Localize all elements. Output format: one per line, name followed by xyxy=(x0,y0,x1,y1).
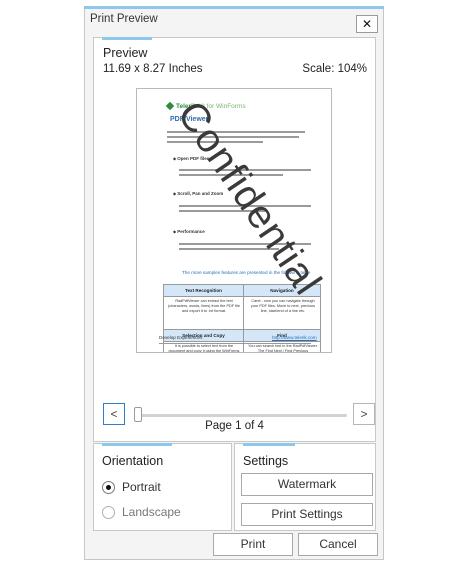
cancel-button[interactable]: Cancel xyxy=(298,533,378,556)
orientation-label: Orientation xyxy=(102,454,164,468)
watermark-button[interactable]: Watermark xyxy=(241,473,373,496)
preview-panel: Preview 11.69 x 8.27 Inches Scale: 104% … xyxy=(93,37,376,442)
scale-text: Scale: 104% xyxy=(302,63,367,75)
document-footer-left: Develop Experiences xyxy=(159,335,203,340)
preview-tab-accent xyxy=(102,37,152,40)
document-bullet: Scroll, Pan and Zoom xyxy=(173,191,223,196)
landscape-label: Landscape xyxy=(122,505,181,519)
print-settings-button[interactable]: Print Settings xyxy=(241,503,373,526)
page-indicator: Page 1 of 4 xyxy=(205,420,264,432)
page-slider[interactable] xyxy=(134,414,347,417)
document-bullet: Performance xyxy=(173,229,205,234)
print-preview-dialog: Print Preview ✕ Preview 11.69 x 8.27 Inc… xyxy=(84,6,384,560)
chevron-left-icon: < xyxy=(110,407,118,421)
orientation-panel: Orientation Portrait Landscape xyxy=(93,443,232,531)
footer-rule xyxy=(159,343,311,344)
orientation-tab-accent xyxy=(102,443,172,446)
settings-tab-accent xyxy=(243,443,295,446)
dialog-title: Print Preview xyxy=(90,13,158,25)
table-cell: It is possible to select text from the d… xyxy=(168,344,240,353)
table-cell: You can search text in the RadPdfViewer.… xyxy=(248,344,318,353)
document-footer-right: http://www.telerik.com xyxy=(272,335,317,340)
chevron-right-icon: > xyxy=(360,407,368,421)
preview-label: Preview xyxy=(103,46,148,60)
landscape-radio[interactable]: Landscape xyxy=(102,505,181,519)
print-button[interactable]: Print xyxy=(213,533,293,556)
portrait-label: Portrait xyxy=(122,480,161,494)
landscape-radio-button[interactable] xyxy=(102,505,115,519)
close-icon: ✕ xyxy=(361,17,373,31)
settings-label: Settings xyxy=(243,454,289,468)
close-button[interactable]: ✕ xyxy=(356,15,378,33)
settings-panel: Settings Watermark Print Settings xyxy=(234,443,376,531)
table-header: Text Recognition xyxy=(164,285,243,297)
table-cell: RadPdfViewer can extract the text (chara… xyxy=(168,299,240,313)
portrait-radio[interactable]: Portrait xyxy=(102,480,161,494)
portrait-radio-button[interactable] xyxy=(102,480,115,494)
